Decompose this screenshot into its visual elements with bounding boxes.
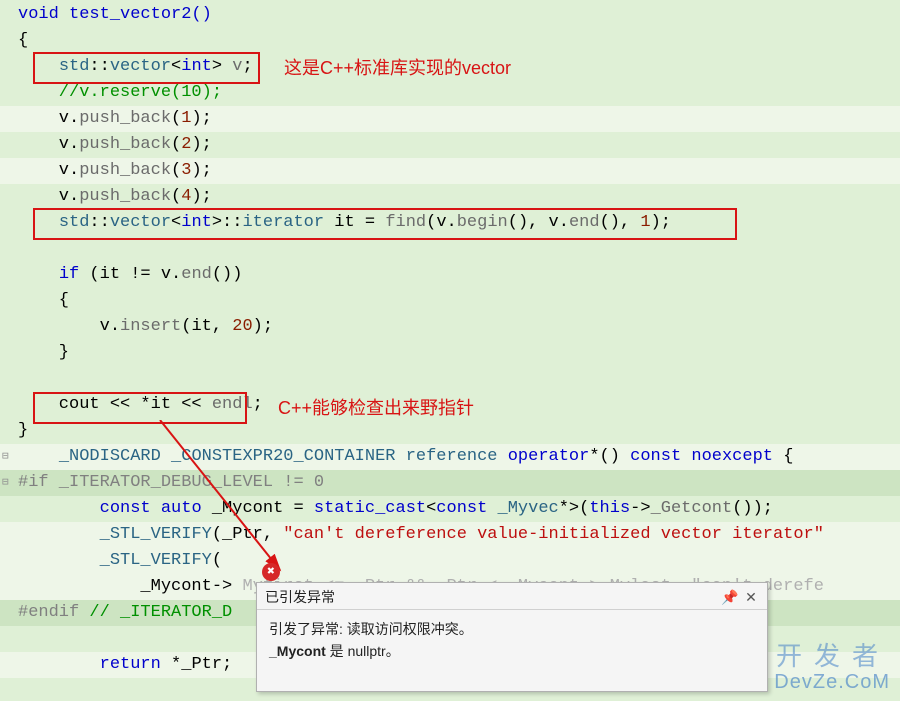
popup-header: 已引发异常 📌 ✕: [257, 583, 767, 610]
code-line: //v.reserve(10);: [0, 80, 900, 106]
code-line: }: [0, 340, 900, 366]
pin-icon[interactable]: 📌: [721, 589, 737, 605]
code-line: _STL_VERIFY(_Ptr, "can't dereference val…: [0, 522, 900, 548]
code-line: if (it != v.end()): [0, 262, 900, 288]
code-line: void test_vector2(): [0, 2, 900, 28]
popup-message-2: _Mycont 是 nullptr。: [269, 640, 755, 662]
code-line: v.push_back(4);: [0, 184, 900, 210]
code-line: _STL_VERIFY(: [0, 548, 900, 574]
code-line: {: [0, 28, 900, 54]
code-line: std::vector<int>::iterator it = find(v.b…: [0, 210, 900, 236]
code-line: [0, 366, 900, 392]
code-line: v.push_back(2);: [0, 132, 900, 158]
code-line: ⊟#if _ITERATOR_DEBUG_LEVEL != 0: [0, 470, 900, 496]
error-stop-icon: ✖: [262, 563, 280, 581]
annotation-stdlib-vector: 这是C++标准库实现的vector: [284, 54, 511, 80]
code-line: v.insert(it, 20);: [0, 314, 900, 340]
collapse-mark[interactable]: ⊟: [2, 470, 9, 496]
code-line: ⊟ _NODISCARD _CONSTEXPR20_CONTAINER refe…: [0, 444, 900, 470]
code-line: [0, 236, 900, 262]
code-line: const auto _Mycont = static_cast<const _…: [0, 496, 900, 522]
token: void test_vector2(): [18, 5, 212, 24]
code-line: v.push_back(3);: [0, 158, 900, 184]
annotation-wild-pointer: C++能够检查出来野指针: [278, 394, 474, 420]
code-line: {: [0, 288, 900, 314]
code-line: v.push_back(1);: [0, 106, 900, 132]
exception-popup: 已引发异常 📌 ✕ 引发了异常: 读取访问权限冲突。 _Mycont 是 nul…: [256, 582, 768, 692]
code-editor[interactable]: void test_vector2() { std::vector<int> v…: [0, 0, 900, 680]
code-line: }: [0, 418, 900, 444]
collapse-mark[interactable]: ⊟: [2, 444, 9, 470]
popup-body: 引发了异常: 读取访问权限冲突。 _Mycont 是 nullptr。: [257, 610, 767, 670]
popup-title: 已引发异常: [265, 587, 721, 607]
popup-message-1: 引发了异常: 读取访问权限冲突。: [269, 618, 755, 640]
close-icon[interactable]: ✕: [743, 589, 759, 605]
